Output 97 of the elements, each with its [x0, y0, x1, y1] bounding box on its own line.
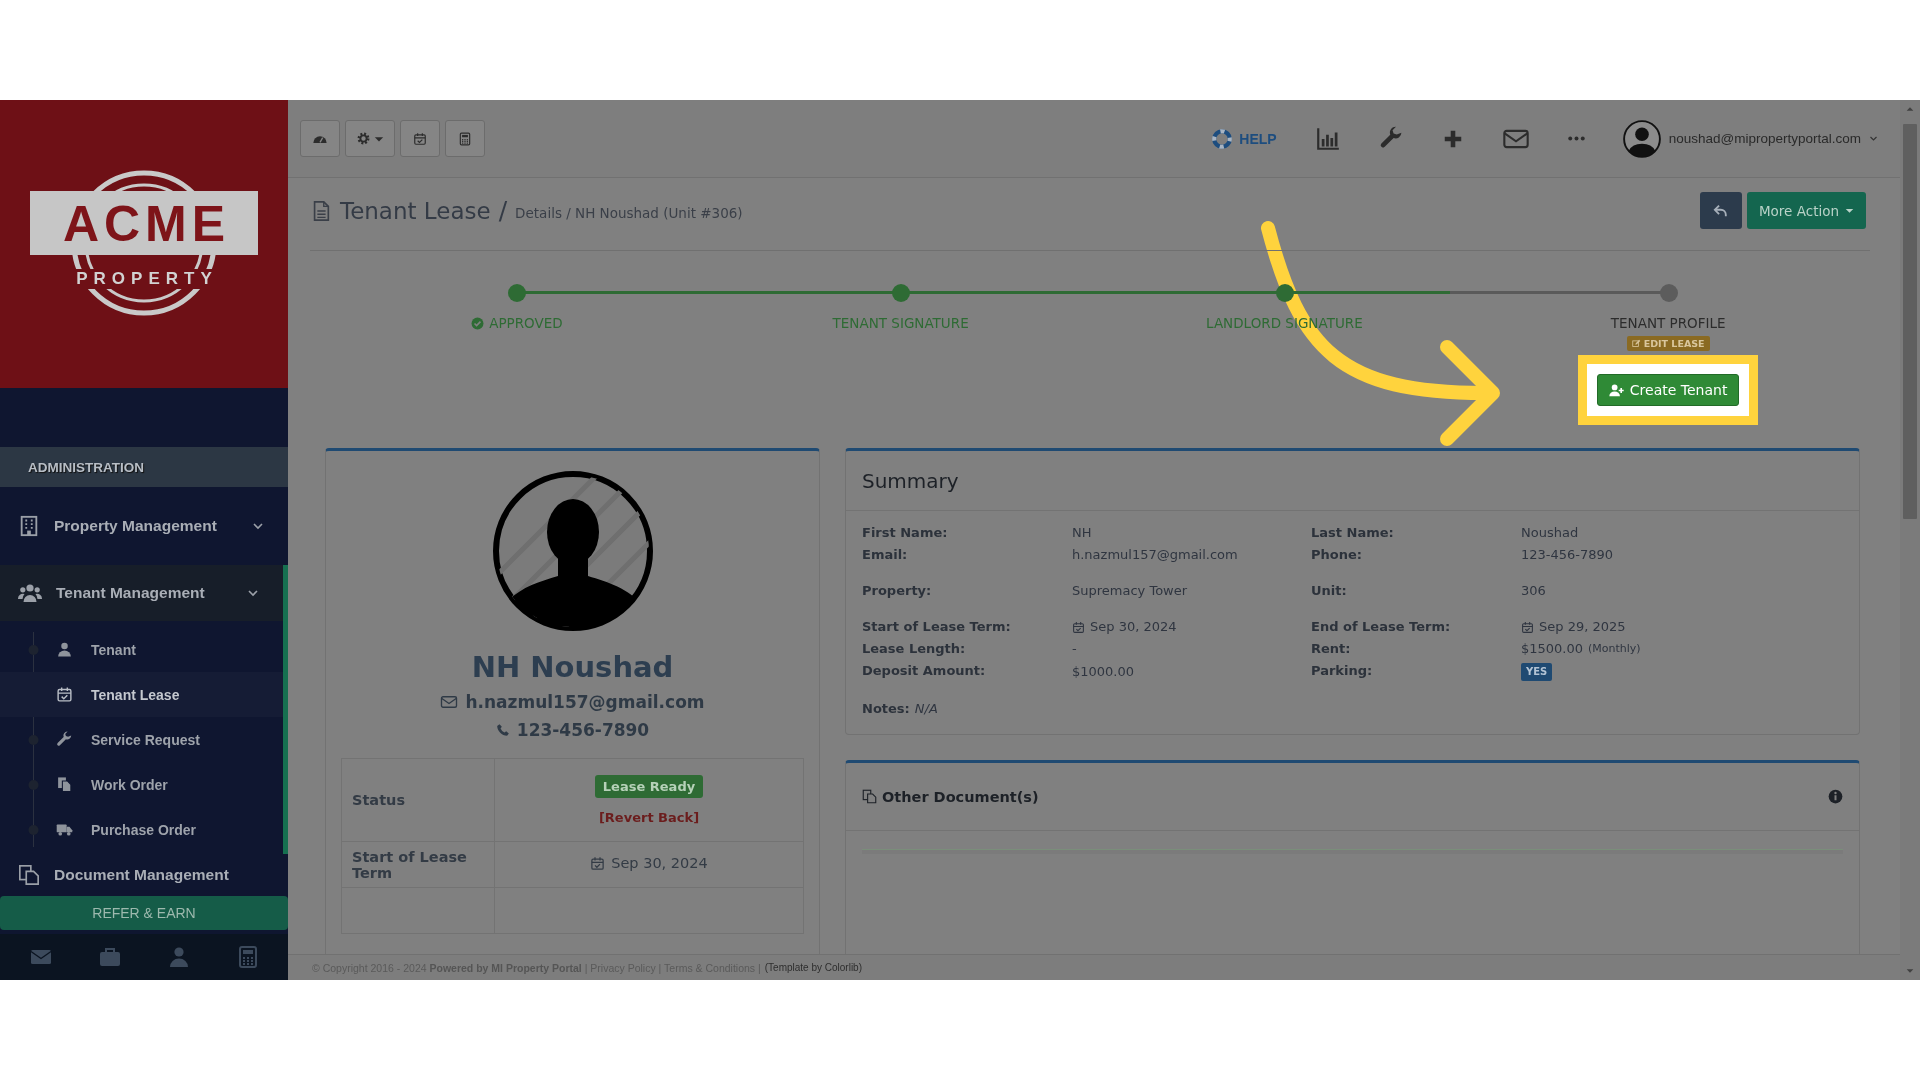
- field-value: 306: [1521, 583, 1546, 599]
- calendar-icon: [56, 686, 73, 703]
- rent-period: (Monthly): [1588, 641, 1641, 657]
- field-label: Unit:: [1311, 583, 1348, 599]
- menu-item[interactable]: Service Request: [0, 717, 283, 762]
- documents-icon: [18, 864, 40, 886]
- documents-icon: [862, 789, 877, 804]
- menu-item[interactable]: Tenant: [0, 627, 283, 672]
- card-title: Summary: [862, 468, 959, 493]
- field-label: Email:: [862, 547, 909, 563]
- step-label: APPROVED: [489, 315, 563, 331]
- step-label: TENANT SIGNATURE: [832, 315, 969, 331]
- back-button[interactable]: [1699, 192, 1742, 229]
- copy-icon: [56, 776, 73, 793]
- calendar-button[interactable]: [400, 120, 440, 157]
- calendar-icon: [1521, 620, 1534, 634]
- field-label: Property:: [862, 583, 933, 599]
- menu-item[interactable]: Tenant Management: [0, 565, 283, 621]
- field-label: End of Lease Term:: [1311, 619, 1452, 635]
- more-icon: [1567, 136, 1585, 141]
- card-title: Other Document(s): [882, 788, 1040, 805]
- settings-button[interactable]: [345, 120, 395, 157]
- people-icon: [18, 581, 42, 605]
- row-label: Status: [352, 792, 406, 808]
- more-button[interactable]: [1567, 136, 1585, 141]
- menu-item[interactable]: Work Order: [0, 762, 283, 807]
- page-title: Tenant Lease: [340, 197, 491, 224]
- tenant-email: h.nazmul157@gmail.com: [465, 692, 705, 712]
- gear-icon: [356, 131, 371, 146]
- field-label: Rent:: [1311, 641, 1352, 657]
- row-label: Start of Lease Term: [352, 848, 467, 881]
- field-value: -: [1072, 641, 1077, 657]
- tenant-name: NH Noushad: [470, 650, 675, 684]
- info-icon: [1828, 789, 1843, 804]
- field-value: Supremacy Tower: [1072, 583, 1188, 599]
- field-label: Start of Lease Term:: [862, 619, 1012, 635]
- calendar-icon: [590, 855, 606, 871]
- field-label: Phone:: [1311, 547, 1363, 563]
- caret-icon: [1845, 206, 1854, 215]
- mail-icon: [440, 693, 459, 711]
- menu-item[interactable]: Purchase Order: [0, 807, 283, 852]
- tenant-phone: 123-456-7890: [516, 720, 650, 740]
- parking-badge: YES: [1521, 663, 1553, 681]
- refer-button[interactable]: REFER & EARN: [0, 896, 288, 930]
- field-label: Last Name:: [1311, 525, 1395, 541]
- field-label: First Name:: [862, 525, 949, 541]
- scrollbar-thumb[interactable]: [1903, 124, 1917, 519]
- template-credit: (Template by Colorlib): [764, 962, 862, 973]
- dashboard-button[interactable]: [300, 120, 340, 157]
- person-icon: [56, 641, 73, 658]
- field-value: N/A: [914, 701, 938, 716]
- wrench-icon: [1378, 126, 1404, 151]
- table-cell: Sep 30, 2024: [611, 855, 708, 872]
- field-label: Parking:: [1311, 663, 1374, 680]
- briefcase-icon: [97, 945, 122, 969]
- chevron-down-icon: [252, 520, 264, 532]
- building-icon: [18, 515, 40, 537]
- field-label: Notes:: [862, 701, 910, 716]
- field-label: Lease Length:: [862, 641, 967, 657]
- chevron-down-icon: [247, 587, 259, 599]
- calendar-icon: [413, 131, 427, 146]
- back-arrow-icon: [1712, 202, 1730, 219]
- user-menu[interactable]: noushad@mipropertyportal.com: [1622, 119, 1878, 158]
- avatar-icon: [491, 470, 654, 632]
- chart-button[interactable]: [1314, 125, 1341, 152]
- status-badge: Lease Ready: [594, 775, 704, 798]
- create-tenant-button[interactable]: Create Tenant: [1596, 374, 1740, 406]
- lifebuoy-icon: [1211, 127, 1234, 150]
- logo-name: ACME: [29, 191, 259, 255]
- field-value: 123-456-7890: [1521, 547, 1614, 563]
- section-title: ADMINISTRATION: [0, 447, 288, 487]
- breadcrumb: Details / NH Noushad (Unit #306): [515, 204, 743, 221]
- field-value: Sep 30, 2024: [1090, 619, 1177, 635]
- calculator-button[interactable]: [445, 120, 485, 157]
- menu-item[interactable]: Tenant Lease: [0, 672, 283, 717]
- field-value: Noushad: [1521, 525, 1579, 541]
- edit-icon: [1631, 339, 1641, 348]
- calculator-icon: [458, 131, 472, 146]
- field-value: Sep 29, 2025: [1539, 619, 1626, 635]
- menu-item[interactable]: Property Management: [0, 487, 288, 565]
- wrench-icon: [56, 731, 73, 748]
- phone-icon: [495, 723, 510, 737]
- step-label: TENANT PROFILE: [1610, 315, 1726, 331]
- caret-icon: [1869, 134, 1878, 143]
- calendar-icon: [1072, 620, 1085, 634]
- field-label: Deposit Amount:: [862, 663, 987, 680]
- field-value: $1500.00: [1521, 641, 1584, 657]
- field-value: $1000.00: [1072, 664, 1135, 680]
- more-action-button[interactable]: More Action: [1746, 192, 1866, 229]
- avatar-icon: [1622, 119, 1661, 158]
- bar-chart-icon: [1314, 125, 1341, 152]
- field-value: NH: [1072, 525, 1092, 541]
- add-user-icon: [1608, 382, 1624, 398]
- breadcrumb-separator: /: [498, 196, 508, 225]
- field-value: h.nazmul157@gmail.com: [1072, 547, 1238, 563]
- menu-item[interactable]: Document Management: [0, 854, 288, 896]
- wrench-button[interactable]: [1378, 126, 1404, 151]
